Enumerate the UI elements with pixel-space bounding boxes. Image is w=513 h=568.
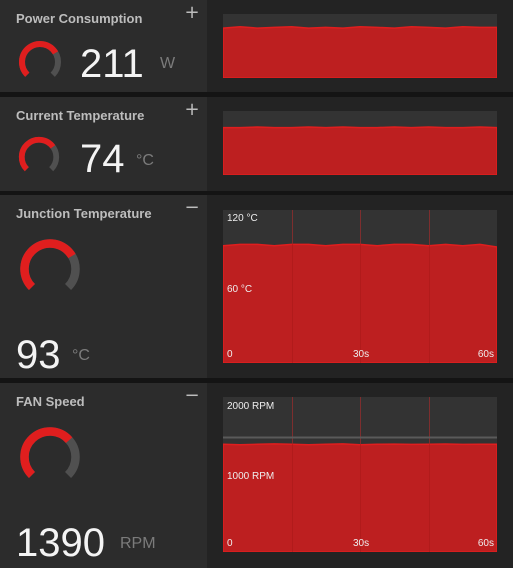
power-consumption-panel: Power Consumption + 211 W [0, 0, 513, 92]
x-axis-label-mid: 30s [353, 349, 370, 360]
collapse-toggle-button[interactable]: − [183, 387, 201, 405]
panel-title: Power Consumption [16, 11, 143, 26]
x-axis-label-end: 60s [477, 349, 494, 360]
area-chart-svg [223, 14, 497, 78]
metric-unit: W [160, 55, 176, 72]
expand-toggle-button[interactable]: + [183, 4, 201, 22]
x-axis-label-start: 0 [227, 538, 233, 549]
gauge-icon [18, 136, 60, 172]
metric-value: 211 [80, 42, 144, 86]
metric-value: 1390 [16, 521, 105, 565]
fan-speed-chart: 2000 RPM 1000 RPM 0 30s 60s [223, 397, 497, 552]
metric-unit: RPM [120, 535, 156, 552]
y-axis-mid-label: 1000 RPM [227, 471, 275, 482]
panel-summary: Power Consumption + 211 W [0, 0, 207, 92]
metric-value: 74 [80, 137, 125, 181]
panel-chart-area [207, 97, 513, 191]
collapse-toggle-button[interactable]: − [183, 199, 201, 217]
panel-summary: Current Temperature + 74 °C [0, 97, 207, 191]
metric-unit: °C [136, 152, 154, 169]
junction-temperature-chart: 120 °C 60 °C 0 30s 60s [223, 210, 497, 363]
y-axis-mid-label: 60 °C [227, 284, 253, 295]
gauge-icon [19, 41, 61, 77]
panel-chart-area [207, 0, 513, 92]
gauge-fill [20, 427, 73, 479]
area-chart-svg [223, 111, 497, 175]
y-axis-top-label: 120 °C [227, 213, 258, 224]
expand-toggle-button[interactable]: + [183, 101, 201, 119]
panel-summary: Junction Temperature − 93 °C [0, 195, 207, 378]
metric-value: 93 [16, 333, 61, 377]
panel-chart-area: 120 °C 60 °C 0 30s 60s [207, 195, 513, 378]
junction-temperature-panel: Junction Temperature − 93 °C 120 °C 60 °… [0, 195, 513, 378]
gauge-fill [20, 239, 76, 291]
y-axis-top-label: 2000 RPM [227, 401, 275, 412]
panel-title: Current Temperature [16, 108, 145, 123]
panel-title: FAN Speed [16, 394, 85, 409]
area-chart-svg [223, 210, 497, 363]
current-temperature-chart [223, 111, 497, 175]
current-temperature-panel: Current Temperature + 74 °C [0, 97, 513, 191]
power-consumption-chart [223, 14, 497, 78]
panel-summary: FAN Speed − 1390 RPM [0, 383, 207, 568]
gauge-icon [20, 427, 80, 479]
gauge-fill [19, 41, 59, 77]
x-axis-label-mid: 30s [353, 538, 370, 549]
panel-title: Junction Temperature [16, 206, 152, 221]
metric-unit: °C [72, 347, 90, 364]
area-series [223, 126, 497, 175]
area-series [223, 26, 497, 78]
x-axis-label-end: 60s [477, 538, 494, 549]
gauge-icon [20, 239, 80, 291]
gauge-fill [18, 136, 56, 172]
fan-speed-panel: FAN Speed − 1390 RPM 2000 RPM 1000 RPM 0… [0, 383, 513, 568]
panel-chart-area: 2000 RPM 1000 RPM 0 30s 60s [207, 383, 513, 568]
x-axis-label-start: 0 [227, 349, 233, 360]
